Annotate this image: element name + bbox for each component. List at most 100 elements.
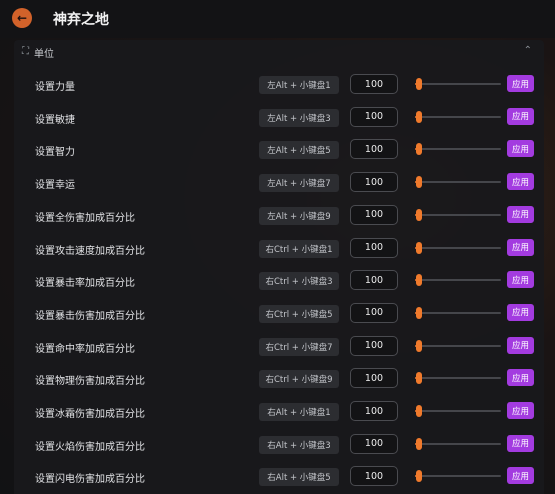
apply-button[interactable]: 应用 bbox=[507, 238, 534, 256]
value-slider[interactable] bbox=[415, 110, 501, 123]
setting-row: 设置力量 左Alt + 小键盘1 应用 bbox=[14, 72, 544, 98]
apply-button[interactable]: 应用 bbox=[507, 271, 534, 289]
slider-thumb[interactable] bbox=[416, 405, 422, 417]
apply-button[interactable]: 应用 bbox=[507, 467, 534, 485]
slider-track[interactable] bbox=[415, 115, 501, 118]
value-slider[interactable] bbox=[415, 372, 501, 385]
apply-button[interactable]: 应用 bbox=[507, 173, 534, 191]
value-input[interactable] bbox=[350, 172, 398, 193]
arrow-left-icon: ← bbox=[16, 11, 28, 25]
page-title: 神弃之地 bbox=[53, 12, 109, 28]
hotkey-badge[interactable]: 右Ctrl + 小键盘5 bbox=[259, 304, 339, 323]
hotkey-badge[interactable]: 右Ctrl + 小键盘9 bbox=[259, 370, 339, 389]
value-slider[interactable] bbox=[415, 78, 501, 90]
slider-track[interactable] bbox=[415, 148, 501, 151]
slider-thumb[interactable] bbox=[416, 241, 422, 254]
value-input[interactable] bbox=[350, 302, 398, 323]
slider-thumb[interactable] bbox=[416, 339, 422, 352]
chevron-up-icon[interactable]: ⌃ bbox=[524, 45, 532, 56]
apply-button[interactable]: 应用 bbox=[507, 336, 534, 354]
hotkey-badge[interactable]: 左Alt + 小键盘7 bbox=[259, 174, 339, 193]
hotkey-badge[interactable]: 右Alt + 小键盘5 bbox=[259, 468, 339, 487]
value-slider[interactable] bbox=[415, 437, 501, 450]
section-title: 单位 bbox=[34, 49, 54, 60]
slider-track[interactable] bbox=[415, 213, 501, 216]
slider-thumb[interactable] bbox=[416, 372, 422, 385]
slider-track[interactable] bbox=[415, 475, 501, 478]
hotkey-badge[interactable]: 右Alt + 小键盘1 bbox=[259, 403, 339, 421]
hotkey-badge[interactable]: 右Alt + 小键盘3 bbox=[259, 435, 339, 454]
apply-button[interactable]: 应用 bbox=[507, 75, 534, 92]
setting-label: 设置攻击速度加成百分比 bbox=[35, 245, 145, 257]
hotkey-badge[interactable]: 右Ctrl + 小键盘7 bbox=[259, 337, 339, 356]
value-slider[interactable] bbox=[415, 306, 501, 319]
hotkey-badge[interactable]: 右Ctrl + 小键盘3 bbox=[259, 272, 339, 291]
slider-track[interactable] bbox=[415, 246, 501, 249]
setting-label: 设置暴击伤害加成百分比 bbox=[35, 310, 145, 322]
setting-row: 设置暴击率加成百分比 右Ctrl + 小键盘3 应用 bbox=[14, 268, 544, 294]
value-slider[interactable] bbox=[415, 143, 501, 156]
value-input[interactable] bbox=[350, 433, 398, 454]
setting-row: 设置命中率加成百分比 右Ctrl + 小键盘7 应用 bbox=[14, 334, 544, 360]
value-input[interactable] bbox=[350, 270, 398, 291]
hotkey-badge[interactable]: 左Alt + 小键盘5 bbox=[259, 141, 339, 160]
value-slider[interactable] bbox=[415, 405, 501, 417]
value-input[interactable] bbox=[350, 74, 398, 94]
value-slider[interactable] bbox=[415, 339, 501, 352]
value-slider[interactable] bbox=[415, 470, 501, 483]
app-header: ← 神弃之地 bbox=[0, 0, 555, 38]
setting-row: 设置火焰伤害加成百分比 右Alt + 小键盘3 应用 bbox=[14, 432, 544, 458]
setting-row: 设置幸运 左Alt + 小键盘7 应用 bbox=[14, 170, 544, 196]
slider-thumb[interactable] bbox=[416, 470, 422, 483]
slider-track[interactable] bbox=[415, 442, 501, 445]
slider-track[interactable] bbox=[415, 311, 501, 314]
hotkey-badge[interactable]: 左Alt + 小键盘1 bbox=[259, 76, 339, 94]
value-input[interactable] bbox=[350, 401, 398, 421]
value-input[interactable] bbox=[350, 106, 398, 127]
value-slider[interactable] bbox=[415, 241, 501, 254]
value-input[interactable] bbox=[350, 139, 398, 160]
value-input[interactable] bbox=[350, 335, 398, 356]
value-slider[interactable] bbox=[415, 274, 501, 287]
hotkey-badge[interactable]: 右Ctrl + 小键盘1 bbox=[259, 239, 339, 258]
slider-thumb[interactable] bbox=[416, 274, 422, 287]
value-input[interactable] bbox=[350, 237, 398, 258]
slider-thumb[interactable] bbox=[416, 437, 422, 450]
slider-track[interactable] bbox=[415, 279, 501, 282]
value-input[interactable] bbox=[350, 368, 398, 389]
slider-track[interactable] bbox=[415, 83, 501, 85]
hotkey-badge[interactable]: 左Alt + 小键盘9 bbox=[259, 206, 339, 225]
hotkey-badge[interactable]: 左Alt + 小键盘3 bbox=[259, 108, 339, 127]
apply-button[interactable]: 应用 bbox=[507, 402, 534, 419]
apply-button[interactable]: 应用 bbox=[507, 140, 534, 158]
slider-thumb[interactable] bbox=[416, 208, 422, 221]
setting-label: 设置幸运 bbox=[35, 180, 75, 192]
setting-label: 设置冰霜伤害加成百分比 bbox=[35, 409, 145, 420]
apply-button[interactable]: 应用 bbox=[507, 369, 534, 387]
apply-button[interactable]: 应用 bbox=[507, 107, 534, 125]
setting-row: 设置敏捷 左Alt + 小键盘3 应用 bbox=[14, 105, 544, 131]
slider-thumb[interactable] bbox=[416, 143, 422, 156]
slider-track[interactable] bbox=[415, 344, 501, 347]
setting-label: 设置智力 bbox=[35, 147, 75, 159]
slider-thumb[interactable] bbox=[416, 110, 422, 123]
slider-thumb[interactable] bbox=[416, 78, 422, 90]
value-slider[interactable] bbox=[415, 176, 501, 189]
value-input[interactable] bbox=[350, 204, 398, 225]
slider-track[interactable] bbox=[415, 410, 501, 412]
slider-track[interactable] bbox=[415, 181, 501, 184]
setting-label: 设置命中率加成百分比 bbox=[35, 343, 135, 355]
slider-thumb[interactable] bbox=[416, 306, 422, 319]
apply-button[interactable]: 应用 bbox=[507, 434, 534, 452]
setting-label: 设置力量 bbox=[35, 82, 75, 93]
apply-button[interactable]: 应用 bbox=[507, 205, 534, 223]
value-slider[interactable] bbox=[415, 208, 501, 221]
back-button[interactable]: ← bbox=[12, 8, 32, 28]
setting-label: 设置敏捷 bbox=[35, 114, 75, 126]
value-input[interactable] bbox=[350, 466, 398, 487]
apply-button[interactable]: 应用 bbox=[507, 303, 534, 321]
section-header[interactable]: ⛶ 单位 ⌃ bbox=[14, 40, 544, 64]
setting-row: 设置暴击伤害加成百分比 右Ctrl + 小键盘5 应用 bbox=[14, 301, 544, 327]
slider-track[interactable] bbox=[415, 377, 501, 380]
slider-thumb[interactable] bbox=[416, 176, 422, 189]
